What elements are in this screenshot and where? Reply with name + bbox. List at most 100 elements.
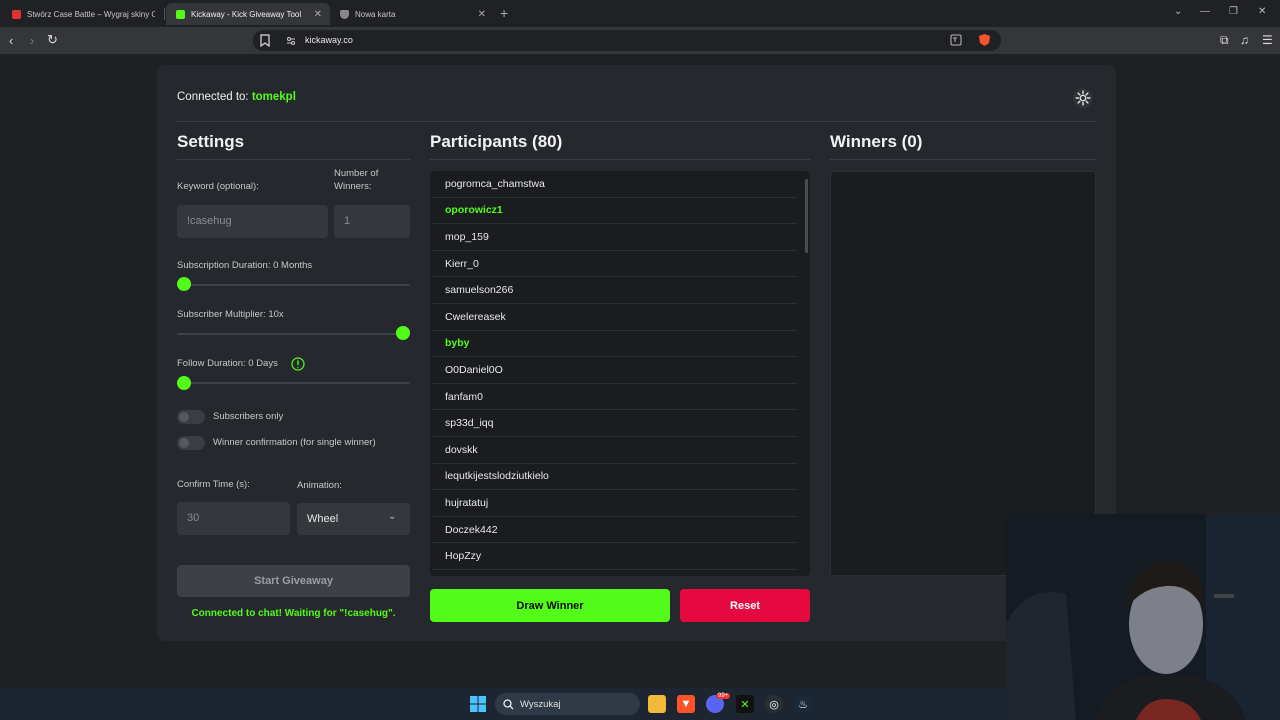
settings-divider <box>177 159 410 160</box>
browser-tab-bar: Stwórz Case Battle – Wygraj skiny CS Kic… <box>0 0 1280 27</box>
address-bar[interactable]: kickaway.co <box>253 30 1001 51</box>
animation-label: Animation: <box>297 480 342 491</box>
chevron-down-icon: ⌄ <box>388 511 397 522</box>
subscription-duration-track <box>177 284 410 286</box>
new-tab-icon[interactable]: + <box>500 5 508 21</box>
winners-count-label: Number of Winners: <box>334 168 379 192</box>
tab-case-battle[interactable]: Stwórz Case Battle – Wygraj skiny CS <box>2 3 160 25</box>
participant-row: Kierr_0 <box>432 251 797 278</box>
giveaway-panel: Connected to: tomekpl Settings Keyword (… <box>157 65 1116 641</box>
tab-title: Kickaway - Kick Giveaway Tool <box>191 9 302 19</box>
keyword-label: Keyword (optional): <box>177 181 259 192</box>
follow-duration-label: Follow Duration: 0 Days <box>177 358 278 369</box>
reset-button[interactable]: Reset <box>680 589 810 622</box>
participant-row: pogromca_chamstwa <box>432 171 797 198</box>
participants-scrollbar[interactable] <box>805 179 808 253</box>
brave-browser-icon[interactable]: ▼ <box>677 695 695 713</box>
participants-divider <box>430 159 810 160</box>
site-info-icon[interactable] <box>286 36 296 46</box>
brave-shield-icon[interactable] <box>978 33 991 47</box>
subscriber-multiplier-track <box>177 333 410 335</box>
obs-icon[interactable]: ◎ <box>765 695 783 713</box>
participant-row: dovskk <box>432 437 797 464</box>
subscribers-only-label: Subscribers only <box>213 411 284 422</box>
shield-favicon-icon <box>340 9 349 19</box>
menu-icon[interactable]: ☰ <box>1262 33 1273 47</box>
file-explorer-icon[interactable] <box>648 695 666 713</box>
subscribers-only-toggle[interactable] <box>177 410 205 424</box>
draw-winner-button[interactable]: Draw Winner <box>430 589 670 622</box>
winners-count-input[interactable]: 1 <box>334 205 410 238</box>
winner-confirmation-label: Winner confirmation (for single winner) <box>213 437 376 448</box>
winners-divider <box>830 159 1096 160</box>
start-giveaway-button[interactable]: Start Giveaway <box>177 565 410 597</box>
participant-row: fanfam0 <box>432 384 797 411</box>
kick-app-icon[interactable]: ✕ <box>736 695 754 713</box>
participant-row: Doczek442 <box>432 517 797 544</box>
tab-title: Nowa karta <box>355 9 396 19</box>
participant-row: sp33d_iqq <box>432 410 797 437</box>
participants-list[interactable]: pogromca_chamstwa oporowicz1 mop_159 Kierr_… <box>430 171 810 576</box>
winner-confirmation-toggle[interactable] <box>177 436 205 450</box>
casehug-favicon-icon <box>12 9 21 19</box>
connection-status: Connected to: tomekpl <box>177 91 296 103</box>
media-icon[interactable]: ♫ <box>1240 33 1249 47</box>
chat-status-text: Connected to chat! Waiting for "!casehug… <box>191 608 396 619</box>
forward-icon[interactable]: › <box>30 33 34 48</box>
participant-row: hujratatuj <box>432 490 797 517</box>
windows-start-icon[interactable] <box>470 696 486 712</box>
settings-title: Settings <box>177 132 245 151</box>
confirm-time-input[interactable]: 30 <box>177 502 290 535</box>
participant-row: samuelson266 <box>432 277 797 304</box>
maximize-icon[interactable]: ❐ <box>1229 6 1238 17</box>
gear-icon[interactable] <box>1072 87 1094 109</box>
reload-icon[interactable]: ↻ <box>47 32 58 48</box>
participant-row: byby <box>432 331 797 358</box>
tab-separator <box>164 8 165 20</box>
follow-duration-track <box>177 382 410 384</box>
keyword-input[interactable]: !casehug <box>177 205 328 238</box>
discord-badge: 99+ <box>716 693 731 699</box>
participants-rows: pogromca_chamstwa oporowicz1 mop_159 Kierr_… <box>430 171 810 570</box>
extensions-icon[interactable]: ⧉ <box>1220 33 1229 48</box>
tab-title: Stwórz Case Battle – Wygraj skiny CS <box>27 9 155 19</box>
tab-new[interactable]: Nowa karta ✕ <box>330 3 494 25</box>
minimize-icon[interactable]: — <box>1200 6 1210 17</box>
participant-row: O0Daniel0O <box>432 357 797 384</box>
taskbar-search[interactable]: Wyszukaj <box>495 693 640 715</box>
subscriber-multiplier-slider[interactable] <box>396 326 410 340</box>
close-tab-icon[interactable]: ✕ <box>478 9 486 20</box>
connected-label: Connected to: <box>177 91 249 103</box>
search-placeholder: Wyszukaj <box>520 698 561 710</box>
tab-search-chevron-icon[interactable]: ⌄ <box>1174 6 1182 17</box>
participant-row: oporowicz1 <box>432 198 797 225</box>
animation-select[interactable]: Wheel ⌄ <box>297 503 410 535</box>
info-icon[interactable] <box>291 357 305 371</box>
browser-toolbar: ‹ › ↻ kickaway.co ⧉ ♫ ☰ <box>0 27 1280 54</box>
translate-icon[interactable] <box>950 34 962 46</box>
tab-kickaway[interactable]: Kickaway - Kick Giveaway Tool ✕ <box>166 3 330 25</box>
header-divider <box>177 121 1097 122</box>
bookmark-icon[interactable] <box>260 34 270 47</box>
scroll-up-arrow-icon[interactable] <box>1274 60 1277 63</box>
participant-row: mop_159 <box>432 224 797 251</box>
confirm-time-label: Confirm Time (s): <box>177 479 250 490</box>
kick-favicon-icon <box>176 9 185 19</box>
participant-row: Cwelereasek <box>432 304 797 331</box>
participant-row: HopZzy <box>432 543 797 570</box>
close-window-icon[interactable]: ✕ <box>1258 6 1266 17</box>
back-icon[interactable]: ‹ <box>9 33 13 48</box>
winners-title: Winners (0) <box>830 132 923 151</box>
subscription-duration-label: Subscription Duration: 0 Months <box>177 260 313 271</box>
steam-icon[interactable]: ♨ <box>794 695 812 713</box>
webcam-person-image <box>1006 514 1280 720</box>
subscription-duration-slider[interactable] <box>177 277 191 291</box>
url-text: kickaway.co <box>305 35 353 45</box>
webcam-overlay <box>1006 514 1280 720</box>
toggle-knob <box>179 412 189 422</box>
channel-name: tomekpl <box>251 91 296 103</box>
participants-title: Participants (80) <box>430 132 563 151</box>
toggle-knob <box>179 438 189 448</box>
close-tab-icon[interactable]: ✕ <box>314 9 322 20</box>
follow-duration-slider[interactable] <box>177 376 191 390</box>
